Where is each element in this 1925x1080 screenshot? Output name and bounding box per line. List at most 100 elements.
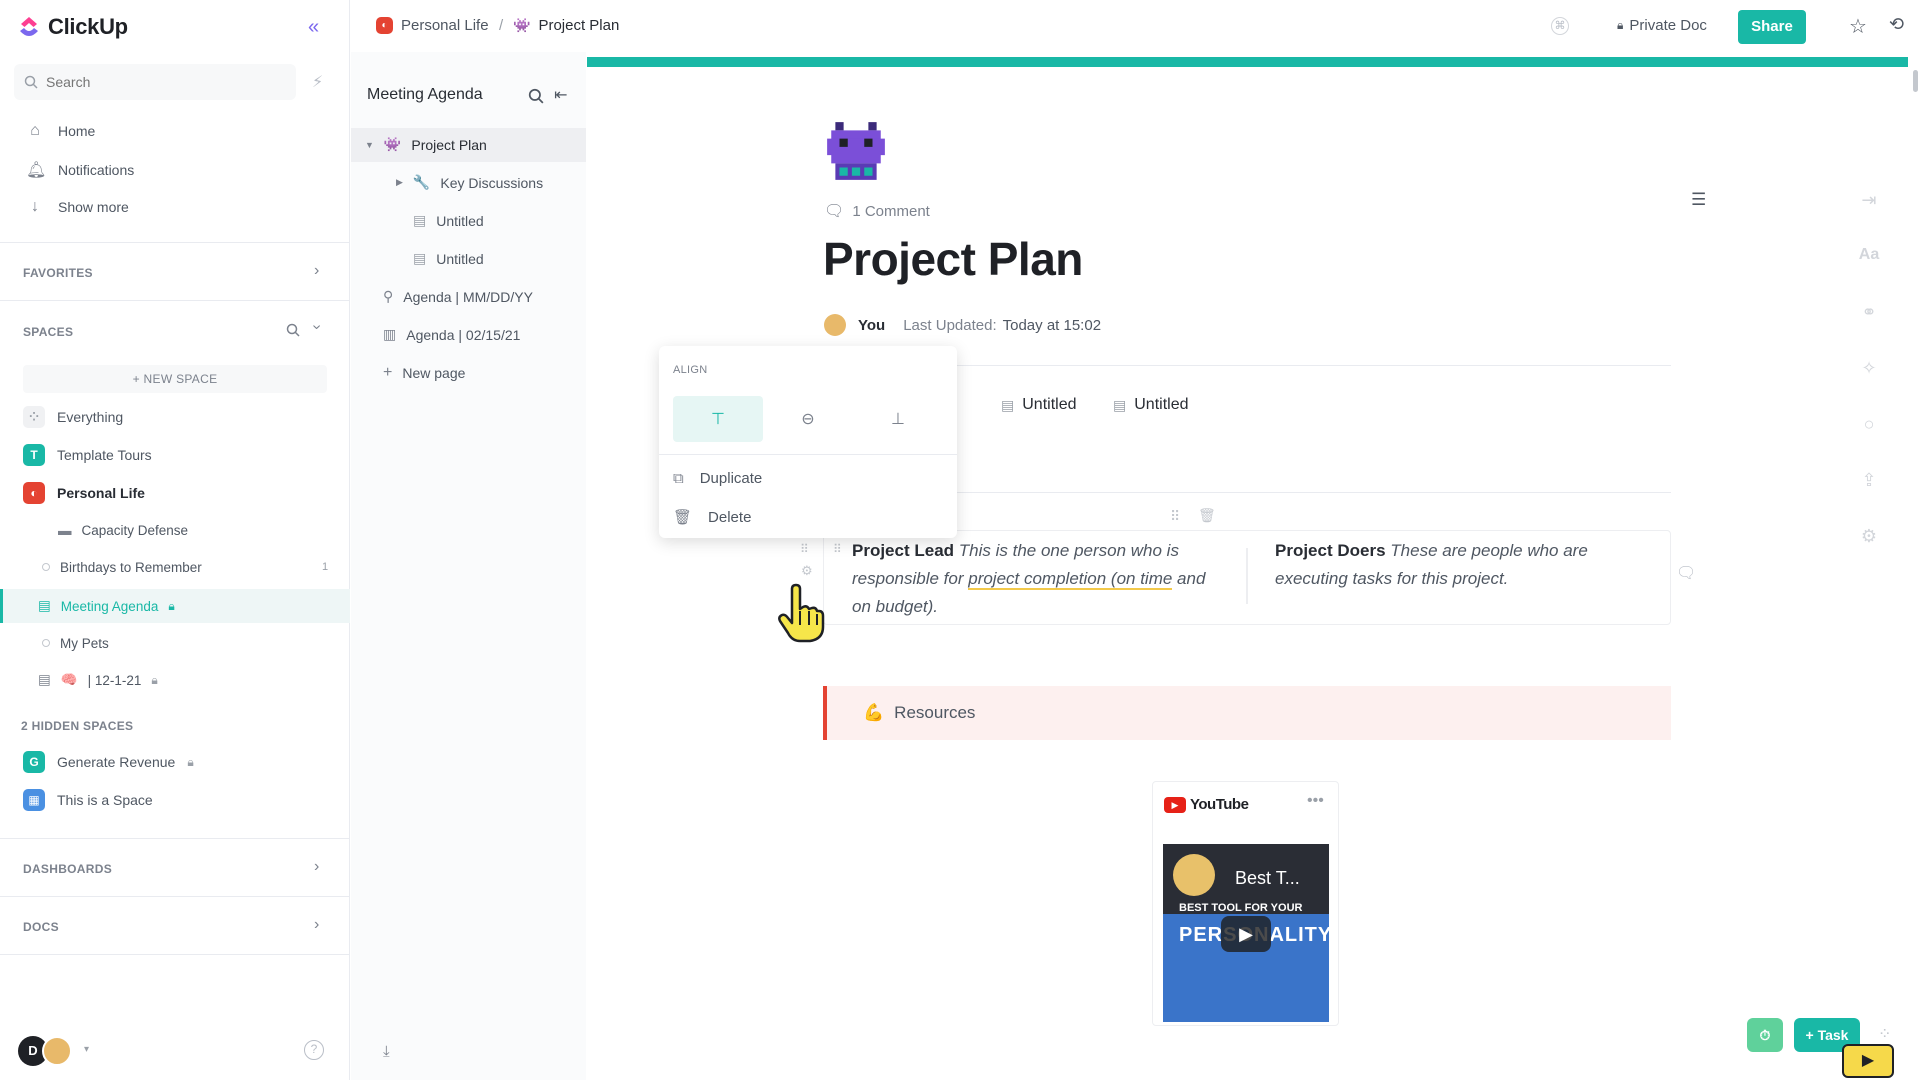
page-title[interactable]: Project Plan bbox=[823, 232, 1083, 286]
space-this-is-a-space[interactable]: ▦ This is a Space bbox=[23, 783, 343, 817]
collapse-panel-icon[interactable]: ⇤ bbox=[554, 85, 567, 105]
robot-page-icon[interactable] bbox=[823, 118, 889, 184]
space-generate-revenue[interactable]: G Generate Revenue 🔒︎ bbox=[23, 745, 343, 779]
star-icon[interactable]: ☆ bbox=[1849, 14, 1867, 39]
trash-icon[interactable]: 🗑︎ bbox=[1198, 507, 1216, 524]
tree-item-project-plan[interactable]: ▼ 👾 Project Plan bbox=[365, 136, 487, 153]
nav-home[interactable]: ⌂ Home bbox=[26, 122, 95, 140]
breadcrumb-space[interactable]: ◐ Personal Life bbox=[376, 17, 489, 34]
tree-item-untitled[interactable]: ▤ Untitled bbox=[413, 212, 484, 229]
lightning-icon[interactable]: ⚡ bbox=[312, 72, 323, 92]
new-space-button[interactable]: + NEW SPACE bbox=[23, 365, 327, 393]
calendar-icon: ▦ bbox=[23, 789, 45, 811]
caret-down-icon[interactable]: ▾ bbox=[84, 1044, 89, 1055]
tree-item-agenda-0215[interactable]: ▥ Agenda | 02/15/21 bbox=[383, 326, 520, 343]
private-doc-button[interactable]: 🔒︎ Private Doc bbox=[1617, 17, 1707, 34]
doc-icon: ▤ bbox=[38, 598, 51, 613]
help-icon[interactable]: ? bbox=[304, 1040, 324, 1060]
import-icon[interactable]: ⤓ bbox=[383, 1043, 390, 1060]
drag-handle-icon[interactable]: ⠿ bbox=[800, 542, 809, 556]
new-page-label: New page bbox=[402, 365, 466, 381]
search-icon[interactable] bbox=[528, 88, 544, 104]
subpage-chip[interactable]: ▤ Untitled bbox=[1113, 396, 1188, 414]
column-project-lead[interactable]: Project Lead This is the one person who … bbox=[852, 537, 1212, 621]
table-of-contents-icon[interactable]: ☰ bbox=[1691, 190, 1706, 210]
scrollbar-thumb[interactable] bbox=[1913, 70, 1918, 92]
list-count: 1 bbox=[322, 561, 329, 573]
sidebar: ClickUp « ⚡ ⌂ Home 🔔︎ Notifications ↓ Sh… bbox=[0, 0, 350, 1080]
doc-12-1-21[interactable]: ▤ 🧠 | 12-1-21 🔒︎ bbox=[38, 664, 158, 696]
breadcrumb-doc[interactable]: 👾 Project Plan bbox=[513, 17, 619, 34]
subpage-chip[interactable]: ▤ Untitled bbox=[1001, 396, 1076, 414]
tree-item-untitled[interactable]: ▤ Untitled bbox=[413, 250, 484, 267]
list-label: My Pets bbox=[60, 635, 109, 651]
list-birthdays[interactable]: Birthdays to Remember bbox=[42, 551, 202, 583]
column-divider[interactable] bbox=[1246, 548, 1248, 604]
list-my-pets[interactable]: My Pets bbox=[42, 627, 109, 659]
align-middle-button[interactable]: ⊖ bbox=[763, 396, 853, 442]
video-play-icon[interactable]: ▶ bbox=[1842, 1044, 1894, 1078]
sparkle-icon[interactable]: ✧ bbox=[1858, 358, 1880, 379]
comment-icon[interactable]: ○ bbox=[1858, 414, 1880, 435]
timer-button[interactable]: ⏱ bbox=[1747, 1018, 1783, 1052]
upload-icon[interactable]: ⇪ bbox=[1858, 470, 1880, 491]
author-label[interactable]: You bbox=[858, 317, 885, 334]
clickup-logo[interactable]: ClickUp bbox=[18, 14, 128, 40]
nav-notifications-label: Notifications bbox=[58, 162, 135, 178]
align-bottom-button[interactable]: ⊥ bbox=[853, 396, 943, 442]
youtube-embed[interactable]: ▶ YouTube ••• Best T... BEST TOOL FOR YO… bbox=[1152, 781, 1339, 1026]
new-page-button[interactable]: + New page bbox=[383, 364, 465, 382]
hand-cursor-icon bbox=[778, 583, 825, 643]
collapse-sidebar-icon[interactable]: « bbox=[308, 16, 319, 39]
duplicate-menu-item[interactable]: ⧉ Duplicate bbox=[673, 470, 762, 487]
block-options-menu: ALIGN ⊤ ⊖ ⊥ ⧉ Duplicate 🗑︎ Delete bbox=[659, 346, 957, 538]
favorites-heading[interactable]: FAVORITES bbox=[23, 266, 93, 280]
link-icon[interactable]: ⚭ bbox=[1858, 302, 1880, 323]
settings-icon[interactable]: ⚙ bbox=[1858, 526, 1880, 547]
more-icon[interactable]: ••• bbox=[1307, 792, 1324, 810]
resources-banner[interactable]: 💪 Resources bbox=[823, 686, 1671, 740]
video-caption: BEST TOOL FOR YOUR bbox=[1179, 902, 1303, 914]
text-style-icon[interactable]: Aa bbox=[1858, 246, 1880, 264]
gear-icon[interactable]: ⚙ bbox=[801, 563, 813, 579]
collapse-right-icon[interactable]: ⇥ bbox=[1858, 190, 1880, 211]
space-personal-life[interactable]: ◐ Personal Life bbox=[23, 476, 343, 510]
tree-item-label: Project Plan bbox=[411, 136, 487, 153]
nav-show-more[interactable]: ↓ Show more bbox=[26, 198, 129, 216]
drag-handle-icon[interactable]: ⠿ bbox=[1170, 508, 1180, 525]
sidebar-search[interactable] bbox=[14, 64, 296, 100]
chevron-right-icon[interactable]: › bbox=[314, 916, 319, 934]
comment-count[interactable]: 🗨︎ 1 Comment bbox=[824, 201, 930, 221]
comment-icon[interactable]: 🗨︎ bbox=[1676, 563, 1696, 583]
dashboards-heading[interactable]: DASHBOARDS bbox=[23, 862, 112, 876]
chevron-right-icon[interactable]: › bbox=[314, 858, 319, 876]
chevron-right-icon[interactable]: › bbox=[314, 262, 319, 280]
doc-meeting-agenda[interactable]: ▤ Meeting Agenda 🔒︎ bbox=[38, 590, 175, 622]
chevron-down-icon[interactable]: › bbox=[308, 324, 326, 329]
tag-icon[interactable]: ⌘ bbox=[1551, 17, 1569, 35]
tree-item-key-discussions[interactable]: ▶ 🔧 Key Discussions bbox=[396, 174, 543, 191]
play-button-icon[interactable]: ▶ bbox=[1221, 916, 1271, 952]
share-button[interactable]: Share bbox=[1738, 10, 1806, 44]
tree-item-agenda-template[interactable]: ⚲ Agenda | MM/DD/YY bbox=[383, 288, 533, 305]
search-icon[interactable] bbox=[286, 323, 300, 337]
align-top-button[interactable]: ⊤ bbox=[673, 396, 763, 442]
video-thumbnail[interactable]: Best T... BEST TOOL FOR YOUR PERSONALITY… bbox=[1163, 844, 1329, 1022]
list-dot-icon bbox=[42, 639, 50, 647]
search-input[interactable] bbox=[46, 74, 266, 90]
apps-grid-icon[interactable]: ⁘ bbox=[1878, 1024, 1891, 1044]
space-avatar: ◐ bbox=[23, 482, 45, 504]
space-template-tours[interactable]: T Template Tours bbox=[23, 438, 343, 472]
delete-menu-item[interactable]: 🗑︎ Delete bbox=[673, 508, 751, 527]
hidden-spaces-heading[interactable]: 2 HIDDEN SPACES bbox=[21, 719, 133, 733]
folder-capacity-defense[interactable]: ▬ Capacity Defense bbox=[58, 514, 188, 546]
docs-heading[interactable]: DOCS bbox=[23, 920, 59, 934]
nav-show-more-label: Show more bbox=[58, 199, 129, 215]
history-icon[interactable]: ⟲ bbox=[1889, 14, 1904, 35]
nav-notifications[interactable]: 🔔︎ Notifications bbox=[26, 160, 134, 180]
column-project-doers[interactable]: Project Doers These are people who are e… bbox=[1275, 537, 1635, 593]
copy-icon: ⧉ bbox=[673, 470, 684, 487]
avatar[interactable] bbox=[42, 1036, 72, 1066]
drag-handle-icon[interactable]: ⠿ bbox=[833, 542, 842, 556]
space-everything[interactable]: ⁘ Everything bbox=[23, 400, 343, 434]
